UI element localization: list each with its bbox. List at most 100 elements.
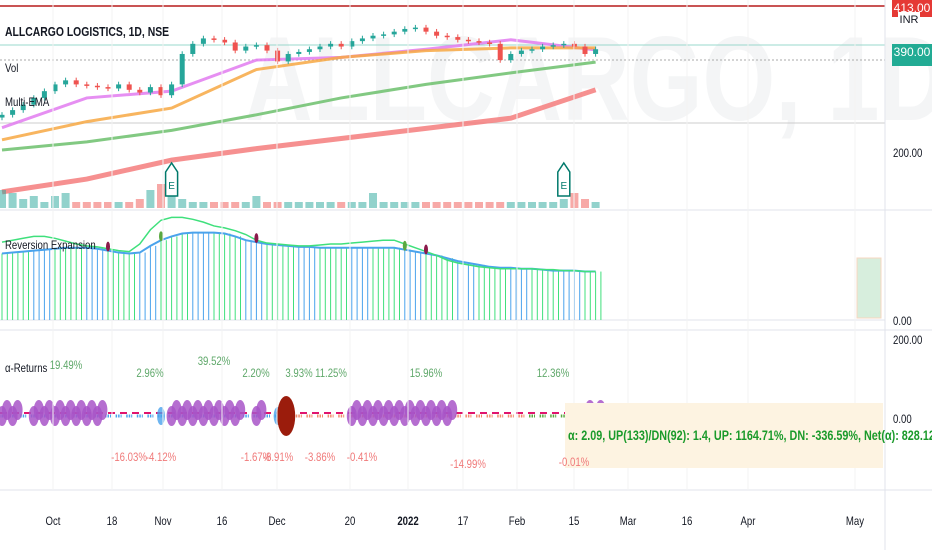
time-axis-tick: Oct [45, 514, 61, 528]
return-label: 12.36% [536, 366, 570, 380]
time-axis-tick: Mar [619, 514, 637, 528]
reversion-cross-marker [254, 233, 259, 244]
reversion-cross-marker [106, 241, 110, 252]
volume-bar [591, 202, 600, 208]
candle-body [402, 28, 408, 32]
time-axis-tick: 20 [344, 514, 356, 528]
earnings-icon-letter: E [560, 181, 567, 192]
returns-legend[interactable]: α-Returns [5, 361, 47, 375]
candle-body [306, 49, 312, 52]
volume-bar [188, 202, 197, 208]
candle-body [508, 53, 514, 61]
return-label: 19.49% [49, 358, 82, 372]
candle-body [412, 27, 418, 30]
candle-body [73, 80, 79, 85]
volume-bar [146, 190, 155, 208]
candle-body [487, 42, 493, 44]
volume-bar [40, 202, 49, 208]
returns-tick-200: 200.00 [893, 333, 923, 347]
time-axis-tick: May [845, 514, 865, 528]
volume-bar [411, 202, 420, 208]
volume-bar [178, 199, 187, 208]
multi-ema-legend[interactable]: Multi-EMA [5, 95, 49, 109]
candle-body [179, 53, 185, 85]
candle-body [285, 53, 291, 62]
return-label: -0.41% [347, 450, 378, 464]
time-axis-tick: Apr [740, 514, 756, 528]
candle-body [10, 110, 16, 115]
candle-body [253, 45, 259, 47]
volume-bar [72, 202, 81, 208]
reversion-cross-marker [159, 231, 163, 242]
candle-body [561, 43, 567, 46]
volume-bar [581, 199, 589, 208]
candle-body [455, 37, 461, 40]
candle-body [391, 31, 397, 35]
last-price-badge: 390.00 [892, 44, 932, 66]
volume-bar [506, 202, 515, 208]
reversion-tick-zero: 0.00 [893, 314, 912, 328]
candle-body [359, 38, 365, 42]
reversion-legend[interactable]: Reversion Expansion [5, 238, 96, 252]
candle-body [550, 45, 556, 47]
volume-bar [93, 202, 102, 208]
volume-bar [167, 196, 176, 208]
candle-body [497, 43, 503, 61]
candle-body [593, 49, 599, 54]
candle-body [137, 89, 143, 93]
volume-bar [358, 202, 367, 208]
signal-marker [256, 400, 267, 420]
volume-bar [241, 202, 250, 208]
candle-body [94, 85, 100, 88]
volume-bar [114, 202, 123, 208]
volume-bar [51, 196, 59, 208]
volume-bar [347, 202, 356, 208]
return-label: -8.91% [262, 450, 293, 464]
candle-body [338, 43, 344, 47]
volume-bar [273, 202, 282, 208]
return-label: -0.01% [559, 455, 590, 469]
volume-bar [517, 202, 526, 208]
candle-body [381, 34, 387, 36]
candle-body [243, 46, 249, 51]
volume-bar [231, 202, 240, 208]
ema-line-1 [1, 46, 596, 142]
candle-body [63, 80, 69, 85]
return-label: 39.52% [197, 354, 231, 368]
candle-body [264, 45, 270, 51]
candle-body [423, 27, 429, 32]
candle-body [540, 46, 546, 50]
volume-bar [294, 202, 303, 208]
symbol-title[interactable]: ALLCARGO LOGISTICS, 1D, NSE [5, 24, 169, 39]
reversion-scale-box [856, 257, 882, 319]
ema-line-2 [1, 60, 596, 152]
volume-bar [337, 202, 346, 208]
return-label: 15.96% [409, 366, 443, 380]
volume-bar [263, 202, 271, 208]
return-label: 3.93% [285, 366, 313, 380]
time-axis-tick: Nov [154, 514, 172, 528]
return-label: -16.03% [111, 450, 148, 464]
volume-bar [29, 196, 38, 208]
return-label: 2.96% [136, 366, 165, 380]
candle-body [370, 35, 376, 39]
volume-bar [549, 202, 558, 208]
volume-legend[interactable]: Vol [5, 61, 18, 75]
return-label: -3.86% [304, 450, 336, 464]
position-marker [277, 396, 296, 436]
returns-summary-text: α: 2.09, UP(133)/DN(92): 1.4, UP: 1164.7… [568, 428, 932, 443]
volume-bar [485, 202, 494, 208]
return-label: -4.12% [145, 450, 177, 464]
candle-body [529, 49, 535, 51]
candle-body [232, 42, 238, 51]
time-axis-tick: 2022 [397, 514, 419, 528]
volume-bar [453, 202, 462, 208]
currency-label[interactable]: INR [898, 12, 920, 29]
volume-bar [305, 202, 314, 208]
time-axis-tick: 16 [216, 514, 228, 528]
return-label: 11.25% [314, 366, 347, 380]
candle-body [190, 43, 196, 54]
time-axis-tick: 18 [106, 514, 118, 528]
signal-marker [12, 400, 23, 420]
candle-body [200, 38, 206, 44]
